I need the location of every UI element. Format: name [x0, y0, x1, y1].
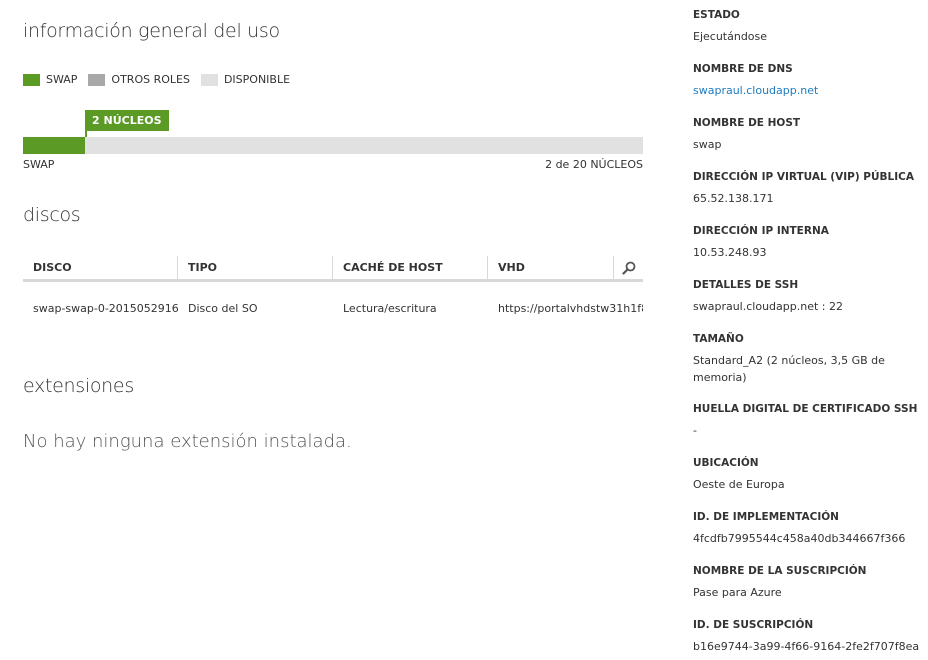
- property-size: TAMAÑO Standard_A2 (2 núcleos, 3,5 GB de…: [693, 332, 923, 386]
- property-value: swapraul.cloudapp.net : 22: [693, 300, 843, 313]
- property-location: UBICACIÓN Oeste de Europa: [693, 456, 923, 493]
- property-label: ESTADO: [693, 9, 740, 21]
- usage-cores-badge: 2 NÚCLEOS: [85, 110, 169, 131]
- property-label: NOMBRE DE LA SUSCRIPCIÓN: [693, 565, 867, 577]
- disk-vhd-cell: https://portalvhdstw31h1f8ci: [498, 301, 643, 315]
- legend-item-swap: SWAP: [23, 73, 77, 86]
- table-search-button[interactable]: [614, 256, 643, 279]
- usage-cores-count: 2 de 20 NÚCLEOS: [545, 158, 643, 171]
- table-row[interactable]: swap-swap-0-20150529165... Disco del SO …: [23, 282, 643, 334]
- property-value: Oeste de Europa: [693, 478, 785, 491]
- property-label: NOMBRE DE DNS: [693, 63, 793, 75]
- usage-legend: SWAP OTROS ROLES DISPONIBLE: [23, 73, 301, 86]
- property-label: DIRECCIÓN IP INTERNA: [693, 225, 829, 237]
- disks-table: DISCO TIPO CACHÉ DE HOST VHD swap-swap-0…: [23, 256, 643, 334]
- property-label: ID. DE SUSCRIPCIÓN: [693, 619, 814, 631]
- property-ssh-details: DETALLES DE SSH swapraul.cloudapp.net : …: [693, 278, 923, 315]
- property-subscription-name: NOMBRE DE LA SUSCRIPCIÓN Pase para Azure: [693, 564, 923, 601]
- property-value: 65.52.138.171: [693, 192, 774, 205]
- disk-type-cell: Disco del SO: [188, 301, 258, 315]
- column-header-disk[interactable]: DISCO: [23, 256, 178, 279]
- property-label: DIRECCIÓN IP VIRTUAL (VIP) PÚBLICA: [693, 171, 914, 183]
- property-label: ID. DE IMPLEMENTACIÓN: [693, 511, 839, 523]
- column-header-vhd[interactable]: VHD: [488, 256, 614, 279]
- property-internal-ip: DIRECCIÓN IP INTERNA 10.53.248.93: [693, 224, 923, 261]
- property-subscription-id: ID. DE SUSCRIPCIÓN b16e9744-3a99-4f66-91…: [693, 618, 923, 655]
- property-value: Standard_A2 (2 núcleos, 3,5 GB de memori…: [693, 354, 885, 384]
- legend-swatch-available: [200, 73, 218, 86]
- legend-item-other-roles: OTROS ROLES: [88, 73, 190, 86]
- property-label: UBICACIÓN: [693, 457, 759, 469]
- usage-bar: [23, 137, 643, 154]
- disk-name-cell: swap-swap-0-20150529165...: [33, 301, 178, 315]
- dns-name-link[interactable]: swapraul.cloudapp.net: [693, 82, 923, 99]
- property-ssh-cert-thumbprint: HUELLA DIGITAL DE CERTIFICADO SSH -: [693, 402, 923, 439]
- property-status: ESTADO Ejecutándose: [693, 8, 923, 45]
- property-label: TAMAÑO: [693, 333, 744, 345]
- disks-table-header: DISCO TIPO CACHÉ DE HOST VHD: [23, 256, 643, 282]
- property-label: NOMBRE DE HOST: [693, 117, 801, 129]
- search-icon: [621, 261, 635, 275]
- property-value: Ejecutándose: [693, 30, 768, 43]
- property-label: DETALLES DE SSH: [693, 279, 799, 291]
- property-value: -: [693, 424, 697, 437]
- property-value: Pase para Azure: [693, 586, 782, 599]
- usage-bar-fill-swap: [23, 137, 85, 154]
- property-value: swap: [693, 138, 722, 151]
- property-value: b16e9744-3a99-4f66-9164-2fe2f707f8ea: [693, 640, 920, 653]
- usage-bar-label: SWAP: [23, 158, 55, 171]
- legend-swatch-swap: [23, 73, 40, 86]
- property-host-name: NOMBRE DE HOST swap: [693, 116, 923, 153]
- legend-label-available: DISPONIBLE: [223, 73, 291, 86]
- usage-title: información general del uso: [23, 20, 280, 42]
- extensions-title: extensiones: [23, 375, 134, 397]
- property-dns-name: NOMBRE DE DNS swapraul.cloudapp.net: [693, 62, 923, 99]
- legend-label-other-roles: OTROS ROLES: [111, 73, 190, 86]
- legend-item-available: DISPONIBLE: [200, 73, 291, 86]
- legend-label-swap: SWAP: [46, 73, 78, 86]
- extensions-empty-message: No hay ninguna extensión instalada.: [23, 431, 352, 452]
- property-public-vip: DIRECCIÓN IP VIRTUAL (VIP) PÚBLICA 65.52…: [693, 170, 923, 207]
- property-value: 10.53.248.93: [693, 246, 767, 259]
- column-header-type[interactable]: TIPO: [178, 256, 333, 279]
- legend-swatch-other-roles: [88, 73, 106, 86]
- disks-title: discos: [23, 204, 81, 226]
- property-deployment-id: ID. DE IMPLEMENTACIÓN 4fcdfb7995544c458a…: [693, 510, 923, 547]
- property-label: HUELLA DIGITAL DE CERTIFICADO SSH: [693, 403, 918, 415]
- disk-host-cache-cell: Lectura/escritura: [343, 301, 437, 315]
- property-value: 4fcdfb7995544c458a40db344667f366: [693, 532, 906, 545]
- column-header-host-cache[interactable]: CACHÉ DE HOST: [333, 256, 488, 279]
